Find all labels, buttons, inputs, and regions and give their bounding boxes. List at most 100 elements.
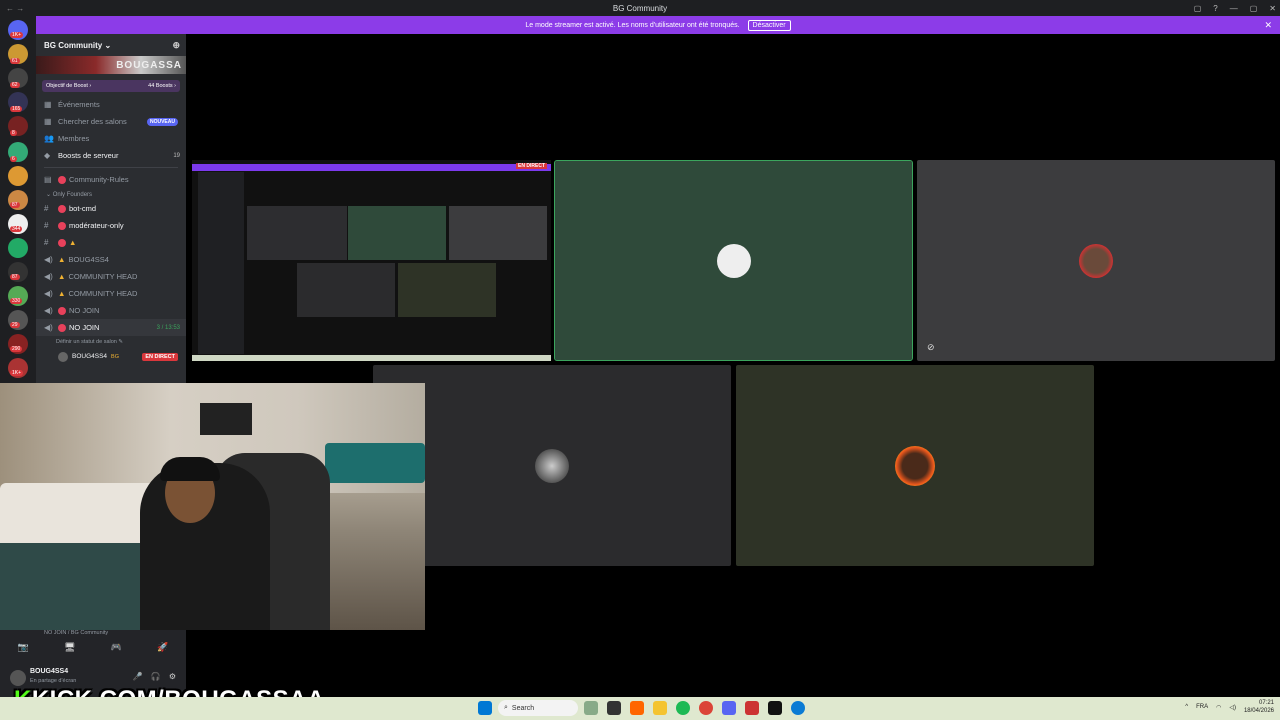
webcam-overlay (0, 383, 425, 630)
participant-tile[interactable] (373, 365, 731, 566)
terminal-icon[interactable] (768, 701, 782, 715)
chrome-icon[interactable] (699, 701, 713, 715)
server-icon[interactable] (8, 166, 28, 186)
soundboard-icon[interactable]: 🚀 (157, 642, 168, 656)
participant-tile[interactable] (736, 365, 1094, 566)
red-dot-icon (58, 221, 66, 230)
avatar (895, 445, 935, 486)
brave-icon[interactable] (630, 701, 644, 715)
microphone-icon[interactable]: 🎤 (133, 672, 143, 681)
calendar-icon: ▦ (44, 100, 52, 109)
warning-icon: ▲ (58, 255, 66, 264)
volume-icon[interactable]: ◁) (1229, 704, 1236, 711)
text-channel-icon: # (44, 204, 49, 213)
windows-taskbar: ⌕ Search ^ FRA ◠ ◁) 07:21 18/04/2026 (0, 697, 1280, 720)
channel-label: NO JOIN (69, 306, 100, 315)
widget-icon[interactable] (584, 701, 598, 715)
avatar[interactable] (10, 670, 26, 686)
close-banner-icon[interactable]: ✕ (1264, 20, 1272, 31)
boost-level-count: 19 (173, 152, 180, 159)
screenshare-mini-tile (398, 263, 496, 317)
user-controls: 🎤 🎧 ⚙ (133, 672, 176, 681)
activity-icon[interactable]: 🎮 (111, 642, 122, 656)
channel-warning[interactable]: # ▲ (36, 234, 186, 251)
new-badge: NOUVEAU (146, 117, 178, 126)
server-badge: 1K+ (10, 370, 24, 376)
maximize-button[interactable]: ▢ (1250, 4, 1258, 13)
channel-bot-cmd[interactable]: # bot-cmd (36, 200, 186, 217)
participant-tile[interactable]: ⊘ (917, 160, 1275, 361)
window-title: BG Community (612, 3, 668, 13)
boost-goal[interactable]: Objectif de Boost › 44 Boosts › (42, 80, 180, 92)
voice-channel-community-head[interactable]: ◀) ▲ COMMUNITY HEAD (36, 285, 186, 302)
webcam-chairs (325, 443, 425, 483)
speaker-icon: ◀) (44, 306, 53, 315)
wifi-icon[interactable]: ◠ (1216, 704, 1221, 711)
voice-channel-boug4ss4[interactable]: ◀) ▲ BOUG4SS4 (36, 251, 186, 268)
webcam-desk (0, 543, 140, 630)
task-view-icon[interactable] (607, 701, 621, 715)
voice-channel-no-join-active[interactable]: ◀) NO JOIN 3 / 13:53 (36, 319, 186, 336)
gear-icon[interactable]: ⚙ (169, 672, 176, 681)
warning-icon: ▲ (69, 238, 77, 247)
voice-connection-path: NO JOIN / BG Community (44, 630, 109, 636)
server-icon[interactable] (8, 238, 28, 258)
channel-community-rules[interactable]: ▤ Community-Rules (36, 171, 186, 188)
spotify-icon[interactable] (676, 701, 690, 715)
search-icon: ⌕ (504, 704, 508, 711)
add-member-icon[interactable]: ⊕ (172, 40, 180, 51)
red-dot-icon (58, 204, 66, 213)
avatar (716, 243, 751, 278)
chevron-up-icon[interactable]: ^ (1185, 704, 1188, 710)
folder-icon[interactable] (653, 701, 667, 715)
disable-streamer-button[interactable]: Désactiver (747, 19, 791, 31)
help-icon[interactable]: ? (1213, 4, 1217, 13)
camera-icon[interactable]: 📷 (18, 642, 29, 656)
sidebar-item-browse-channels[interactable]: ▦ Chercher des salons NOUVEAU (36, 113, 186, 130)
sidebar-item-server-boosts[interactable]: ◆ Boosts de serveur 19 (36, 147, 186, 164)
system-tray: ^ FRA ◠ ◁) 07:21 18/04/2026 (1185, 699, 1274, 715)
close-button[interactable]: ✕ (1269, 4, 1276, 13)
clock[interactable]: 07:21 18/04/2026 (1244, 699, 1274, 715)
sidebar-item-events[interactable]: ▦ Événements (36, 96, 186, 113)
server-badge: 6 (10, 156, 17, 162)
server-badge: 165 (10, 106, 23, 112)
channel-moderateur-only[interactable]: # modérateur-only (36, 217, 186, 234)
boost-count: 44 Boosts › (148, 83, 176, 89)
server-badge: 290 (10, 346, 23, 352)
participant-tile-speaking[interactable] (554, 160, 913, 361)
minimize-button[interactable]: — (1230, 4, 1238, 13)
screenshare-tile[interactable]: EN DIRECT (192, 160, 551, 361)
guild-header[interactable]: BG Community ⌄ ⊕ (36, 34, 186, 56)
avatar (58, 351, 68, 362)
headphones-icon[interactable]: 🎧 (151, 672, 161, 681)
sidebar-item-members[interactable]: 👥 Membres (36, 130, 186, 147)
voice-user-name: BOUG4SS4 (72, 353, 108, 360)
screenshare-icon[interactable]: 🖥 (64, 642, 75, 656)
channel-sidebar: BG Community ⌄ ⊕ BOUGASSA Objectif de Bo… (36, 34, 186, 384)
inbox-icon[interactable]: ▢ (1194, 4, 1202, 13)
channel-label: COMMUNITY HEAD (68, 289, 138, 298)
set-channel-status[interactable]: Définir un statut de salon ✎ (36, 336, 186, 348)
voice-channel-community-head[interactable]: ◀) ▲ COMMUNITY HEAD (36, 268, 186, 285)
taskbar-search[interactable]: ⌕ Search (498, 700, 578, 716)
obs-icon[interactable] (745, 701, 759, 715)
user-name: BOUG4SS4 (30, 668, 69, 675)
boost-goal-label: Objectif de Boost › (46, 83, 92, 89)
screenshare-mini-tile (297, 263, 395, 317)
screenshare-taskbar (192, 355, 551, 361)
edge-icon[interactable] (791, 701, 805, 715)
taskbar-pinned (584, 701, 805, 715)
language-indicator[interactable]: FRA (1196, 704, 1208, 710)
start-icon[interactable] (478, 701, 492, 715)
channel-label: bot-cmd (69, 204, 97, 213)
voice-channel-no-join[interactable]: ◀) NO JOIN (36, 302, 186, 319)
discord-icon[interactable] (722, 701, 736, 715)
streamer-mode-message: Le mode streamer est activé. Les noms d'… (525, 21, 740, 29)
category-only-founders[interactable]: ⌄ Only Founders (36, 188, 186, 200)
rules-icon: ▤ (44, 175, 52, 184)
voice-user-row[interactable]: BOUG4SS4 BG EN DIRECT (36, 348, 186, 365)
voice-user-count: 3 / 13:53 (156, 324, 180, 331)
user-tag: BG (111, 353, 119, 360)
divider (44, 167, 178, 168)
